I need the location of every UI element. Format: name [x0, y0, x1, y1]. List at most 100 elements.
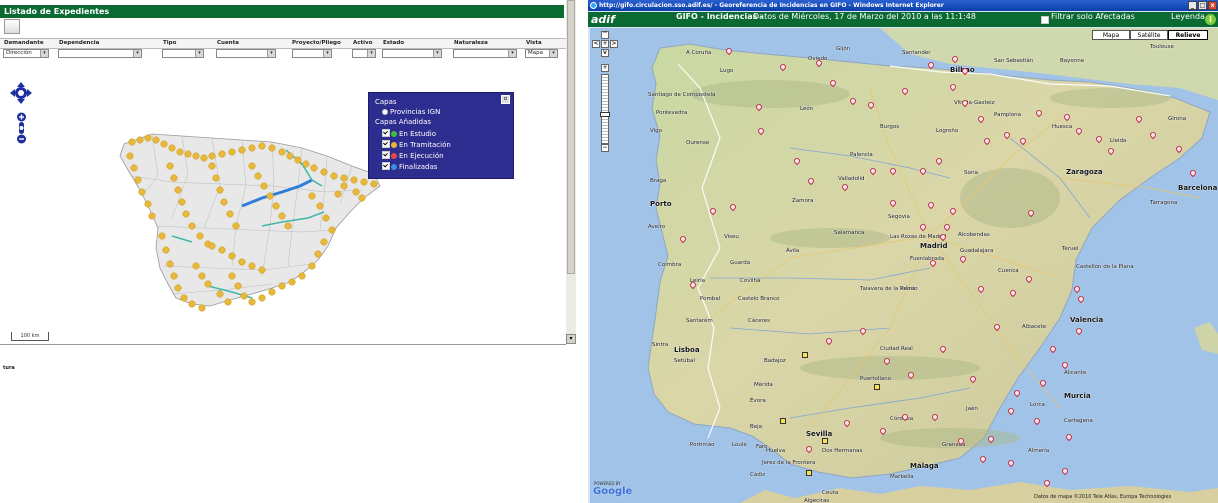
- map-type-mapa[interactable]: Mapa: [1092, 30, 1130, 40]
- pan-left-button[interactable]: <: [592, 40, 600, 48]
- checkbox-icon[interactable]: [382, 151, 390, 159]
- expediente-point[interactable]: [192, 262, 200, 270]
- estado-select[interactable]: ▾: [382, 49, 442, 58]
- expediente-point[interactable]: [308, 262, 316, 270]
- proyecto-select[interactable]: ▾: [292, 49, 332, 58]
- expediente-point[interactable]: [232, 222, 240, 230]
- google-map[interactable]: A CoruñaLugoOviedoGijónSantanderBilbaoSa…: [590, 28, 1218, 503]
- expediente-point[interactable]: [170, 272, 178, 280]
- map-type-satelite[interactable]: Satélite: [1130, 30, 1168, 40]
- expediente-point[interactable]: [226, 210, 234, 218]
- expediente-point[interactable]: [218, 246, 226, 254]
- expediente-point[interactable]: [350, 176, 358, 184]
- layer-en-estudio[interactable]: En Estudio: [382, 129, 436, 139]
- expediente-point[interactable]: [258, 294, 266, 302]
- expediente-point[interactable]: [178, 198, 186, 206]
- scroll-down-arrow-icon[interactable]: ▾: [566, 334, 576, 344]
- expediente-point[interactable]: [228, 148, 236, 156]
- expediente-point[interactable]: [148, 212, 156, 220]
- expediente-point[interactable]: [126, 152, 134, 160]
- expediente-point[interactable]: [370, 180, 378, 188]
- expediente-point[interactable]: [136, 136, 144, 144]
- expediente-point[interactable]: [198, 304, 206, 312]
- scrollbar-thumb[interactable]: [567, 0, 575, 274]
- expediente-point[interactable]: [238, 146, 246, 154]
- expediente-point[interactable]: [208, 162, 216, 170]
- expediente-point[interactable]: [174, 186, 182, 194]
- expediente-point[interactable]: [254, 172, 262, 180]
- pan-down-button[interactable]: v: [601, 49, 609, 57]
- expediente-point[interactable]: [228, 252, 236, 260]
- info-icon[interactable]: i: [1205, 14, 1216, 25]
- checkbox-icon[interactable]: [382, 140, 390, 148]
- expediente-point[interactable]: [192, 152, 200, 160]
- google-logo[interactable]: Google: [593, 486, 632, 497]
- expediente-point[interactable]: [260, 182, 268, 190]
- expediente-point[interactable]: [248, 144, 256, 152]
- expediente-point[interactable]: [268, 288, 276, 296]
- checkbox-icon[interactable]: [382, 129, 390, 137]
- station-marker[interactable]: [806, 470, 812, 476]
- expediente-point[interactable]: [152, 136, 160, 144]
- expediente-point[interactable]: [158, 232, 166, 240]
- expediente-point[interactable]: [310, 164, 318, 172]
- expediente-point[interactable]: [188, 300, 196, 308]
- expediente-point[interactable]: [316, 202, 324, 210]
- expediente-point[interactable]: [340, 174, 348, 182]
- expediente-point[interactable]: [360, 178, 368, 186]
- radio-icon[interactable]: [382, 109, 388, 115]
- zoom-in-button[interactable]: +: [601, 64, 609, 72]
- expediente-point[interactable]: [138, 188, 146, 196]
- expediente-point[interactable]: [288, 278, 296, 286]
- layer-en-tramitacion[interactable]: En Tramitación: [382, 140, 451, 150]
- expediente-point[interactable]: [330, 172, 338, 180]
- expediente-point[interactable]: [196, 232, 204, 240]
- expediente-point[interactable]: [298, 272, 306, 280]
- expediente-point[interactable]: [308, 192, 316, 200]
- demandante-select[interactable]: Dirección ▾: [3, 49, 49, 58]
- expediente-point[interactable]: [188, 222, 196, 230]
- expediente-point[interactable]: [234, 282, 242, 290]
- station-marker[interactable]: [874, 384, 880, 390]
- vista-select[interactable]: Mapa ▾: [525, 49, 558, 58]
- pan-home-button[interactable]: +: [601, 40, 609, 48]
- dependencia-select[interactable]: ▾: [58, 49, 142, 58]
- expediente-point[interactable]: [258, 266, 266, 274]
- expediente-point[interactable]: [320, 238, 328, 246]
- expediente-point[interactable]: [198, 272, 206, 280]
- zoom-slider-thumb[interactable]: [600, 112, 610, 117]
- minimize-button[interactable]: ▫: [501, 95, 510, 104]
- layer-finalizadas[interactable]: Finalizadas: [382, 162, 437, 172]
- activo-select[interactable]: ▾: [352, 49, 376, 58]
- legend-link[interactable]: Leyenda: [1171, 12, 1205, 21]
- expediente-point[interactable]: [228, 272, 236, 280]
- pan-control-icon[interactable]: [10, 82, 32, 104]
- expediente-point[interactable]: [240, 292, 248, 300]
- expediente-point[interactable]: [340, 182, 348, 190]
- expediente-point[interactable]: [258, 142, 266, 150]
- expediente-point[interactable]: [278, 282, 286, 290]
- expediente-point[interactable]: [200, 154, 208, 162]
- expediente-point[interactable]: [352, 188, 360, 196]
- expediente-point[interactable]: [212, 174, 220, 182]
- expediente-point[interactable]: [128, 138, 136, 146]
- expediente-point[interactable]: [134, 176, 142, 184]
- expediente-point[interactable]: [248, 162, 256, 170]
- expediente-point[interactable]: [320, 168, 328, 176]
- minimize-button[interactable]: _: [1188, 1, 1197, 10]
- filter-afectadas-label[interactable]: Filtrar solo Afectadas: [1051, 12, 1135, 21]
- expediente-point[interactable]: [130, 164, 138, 172]
- expediente-point[interactable]: [220, 198, 228, 206]
- expediente-point[interactable]: [358, 194, 366, 202]
- expediente-point[interactable]: [302, 160, 310, 168]
- expediente-point[interactable]: [174, 284, 182, 292]
- station-marker[interactable]: [780, 418, 786, 424]
- expediente-point[interactable]: [248, 262, 256, 270]
- maximize-button[interactable]: □: [1198, 1, 1207, 10]
- expediente-point[interactable]: [272, 202, 280, 210]
- zoom-out-button[interactable]: −: [601, 144, 609, 152]
- zoom-control-icon[interactable]: [16, 112, 27, 144]
- expediente-point[interactable]: [224, 298, 232, 306]
- expediente-point[interactable]: [216, 186, 224, 194]
- naturaleza-select[interactable]: ▾: [453, 49, 517, 58]
